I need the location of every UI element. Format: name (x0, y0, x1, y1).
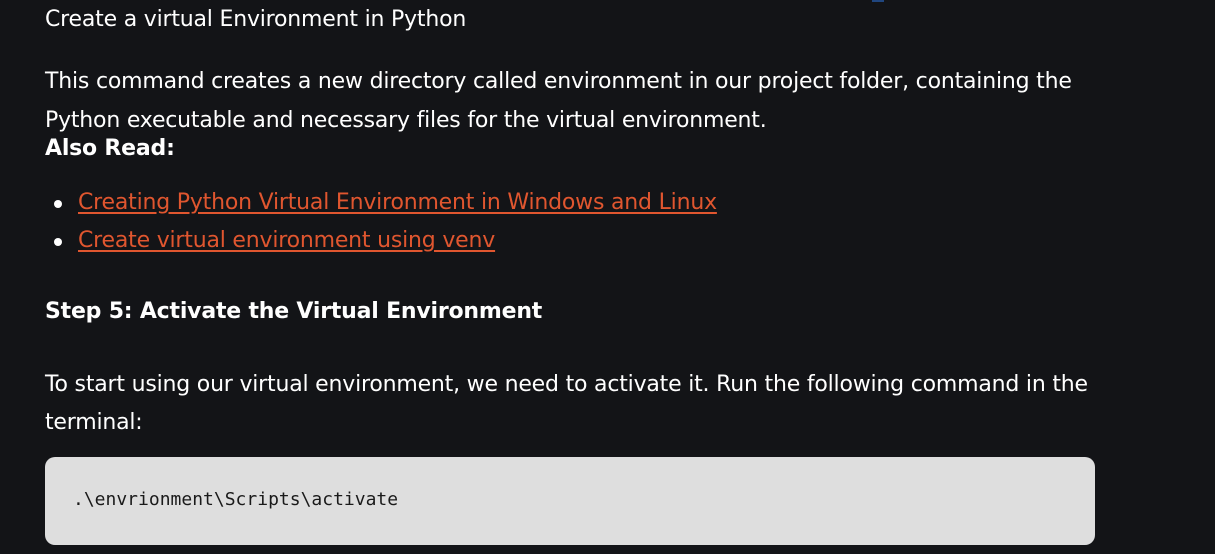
related-links-list: Creating Python Virtual Environment in W… (45, 184, 717, 260)
link-creating-python-venv-windows-linux[interactable]: Creating Python Virtual Environment in W… (78, 190, 717, 215)
code-activate-command[interactable]: .\envrionment\Scripts\activate (73, 488, 398, 512)
section-heading-step-5: Step 5: Activate the Virtual Environment (45, 299, 543, 324)
image-caption: Create a virtual Environment in Python (45, 7, 467, 32)
bullet-icon (54, 238, 62, 246)
bullet-icon (54, 200, 62, 208)
paragraph-directory-description: This command creates a new directory cal… (45, 69, 1072, 133)
paragraph-activate-instructions: To start using our virtual environment, … (45, 372, 1088, 435)
link-create-venv-using-venv[interactable]: Create virtual environment using venv (78, 228, 495, 253)
also-read-heading: Also Read: (45, 136, 175, 161)
code-block[interactable]: .\envrionment\Scripts\activate (45, 457, 1095, 545)
list-item: Creating Python Virtual Environment in W… (45, 184, 717, 222)
list-item: Create virtual environment using venv (45, 222, 717, 260)
cropped-image-edge (0, 0, 1215, 2)
